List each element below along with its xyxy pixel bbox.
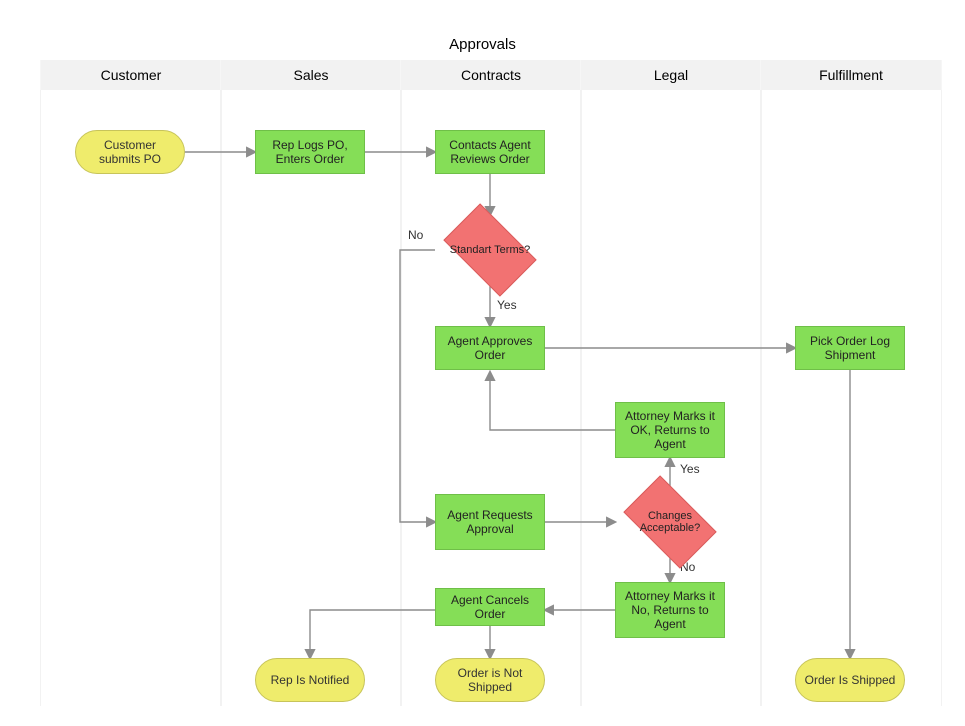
edge-label-changes-yes: Yes bbox=[680, 462, 700, 476]
lane-body-sales bbox=[220, 90, 402, 706]
lane-header-fulfillment: Fulfillment bbox=[760, 60, 942, 90]
lane-header-customer: Customer bbox=[40, 60, 222, 90]
node-contacts-agent-reviews: Contacts Agent Reviews Order bbox=[435, 130, 545, 174]
node-pick-order: Pick Order Log Shipment bbox=[795, 326, 905, 370]
lane-header-contracts: Contracts bbox=[400, 60, 582, 90]
node-changes-acceptable: Changes Acceptable? bbox=[615, 487, 725, 557]
edge-label-standard-yes: Yes bbox=[497, 298, 517, 312]
node-changes-acceptable-label: Changes Acceptable? bbox=[625, 510, 715, 534]
lane-header-legal: Legal bbox=[580, 60, 762, 90]
node-agent-approves: Agent Approves Order bbox=[435, 326, 545, 370]
node-rep-logs-po: Rep Logs PO, Enters Order bbox=[255, 130, 365, 174]
lane-body-fulfillment bbox=[760, 90, 942, 706]
node-agent-cancels: Agent Cancels Order bbox=[435, 588, 545, 626]
node-agent-requests: Agent Requests Approval bbox=[435, 494, 545, 550]
node-rep-notified: Rep Is Notified bbox=[255, 658, 365, 702]
lane-header-sales: Sales bbox=[220, 60, 402, 90]
node-standard-terms: Standart Terms? bbox=[435, 215, 545, 285]
diagram-title: Approvals bbox=[0, 36, 965, 53]
node-order-shipped: Order Is Shipped bbox=[795, 658, 905, 702]
edge-label-standard-no: No bbox=[408, 228, 423, 242]
lane-body-customer bbox=[40, 90, 222, 706]
node-standard-terms-label: Standart Terms? bbox=[445, 244, 535, 256]
node-attorney-no: Attorney Marks it No, Returns to Agent bbox=[615, 582, 725, 638]
node-order-not-shipped: Order is Not Shipped bbox=[435, 658, 545, 702]
node-customer-submits-po: Customer submits PO bbox=[75, 130, 185, 174]
node-attorney-ok: Attorney Marks it OK, Returns to Agent bbox=[615, 402, 725, 458]
